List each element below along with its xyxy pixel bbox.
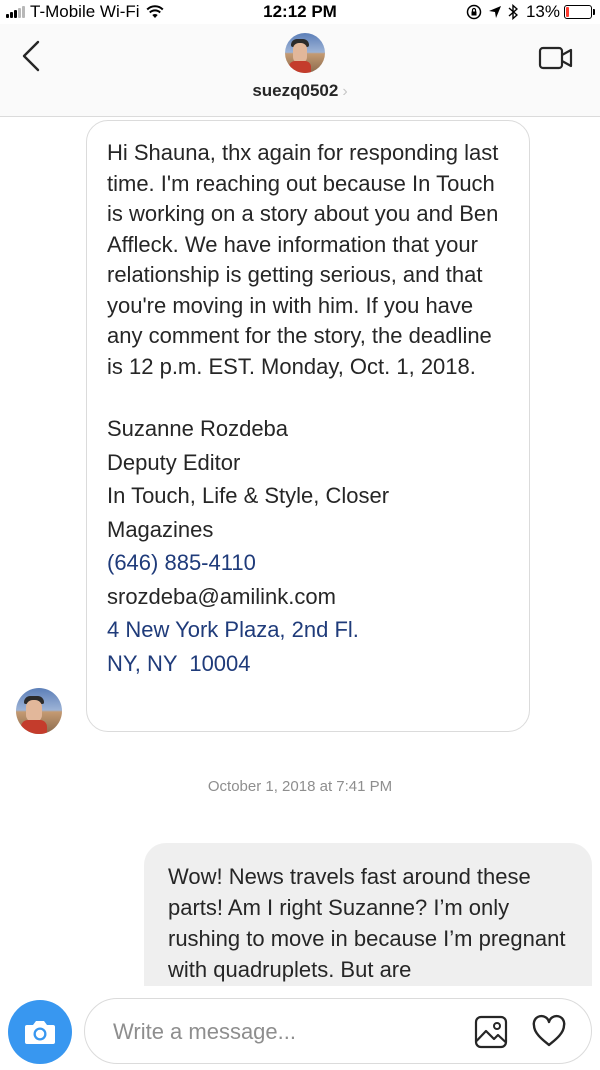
message-input-container: [84, 998, 592, 1064]
heart-icon[interactable]: [531, 1014, 567, 1048]
battery-level-fill: [566, 7, 569, 17]
address-link-line1[interactable]: 4 New York Plaza, 2nd Fl.: [107, 613, 509, 647]
contact-username: suezq0502: [252, 81, 339, 100]
battery-icon: [564, 5, 595, 19]
signature-title: Deputy Editor: [107, 449, 241, 475]
sender-avatar[interactable]: [16, 688, 62, 734]
message-signature: Suzanne Rozdeba Deputy Editor In Touch, …: [107, 412, 509, 680]
sent-message-body: Wow! News travels fast around these part…: [168, 864, 566, 982]
dm-thread-screen: T-Mobile Wi-Fi 12:12 PM 13% suezq0502 › …: [0, 0, 600, 1070]
signature-name: Suzanne Rozdeba: [107, 416, 289, 441]
message-input[interactable]: [111, 1013, 455, 1051]
screen-lock-icon: [466, 4, 482, 20]
video-camera-icon[interactable]: [538, 44, 574, 72]
status-right: 13%: [466, 2, 595, 22]
received-message-body: Hi Shauna, thx again for responding last…: [107, 140, 499, 379]
address-link-line2[interactable]: NY, NY 10004: [107, 647, 509, 681]
camera-icon: [25, 1021, 55, 1044]
gallery-icon[interactable]: [474, 1015, 508, 1049]
status-bar: T-Mobile Wi-Fi 12:12 PM 13%: [0, 0, 600, 24]
camera-button[interactable]: [8, 1000, 72, 1064]
thread-header: suezq0502 ›: [0, 24, 600, 117]
phone-link[interactable]: (646) 885-4110: [107, 546, 509, 580]
contact-avatar[interactable]: [285, 33, 325, 73]
location-arrow-icon: [488, 6, 501, 18]
signature-company-line2: Magazines: [107, 516, 214, 542]
back-chevron-icon[interactable]: [16, 38, 48, 74]
bluetooth-icon: [508, 4, 518, 20]
signature-company-line1: In Touch, Life & Style, Closer: [107, 483, 390, 508]
chevron-right-icon: ›: [342, 83, 348, 100]
contact-username-link[interactable]: suezq0502 ›: [0, 81, 600, 101]
received-message-bubble[interactable]: Hi Shauna, thx again for responding last…: [86, 120, 530, 732]
signature-email: srozdeba@amilink.com: [107, 583, 336, 609]
message-timestamp: October 1, 2018 at 7:41 PM: [207, 778, 393, 795]
battery-percent: 13%: [525, 2, 560, 21]
